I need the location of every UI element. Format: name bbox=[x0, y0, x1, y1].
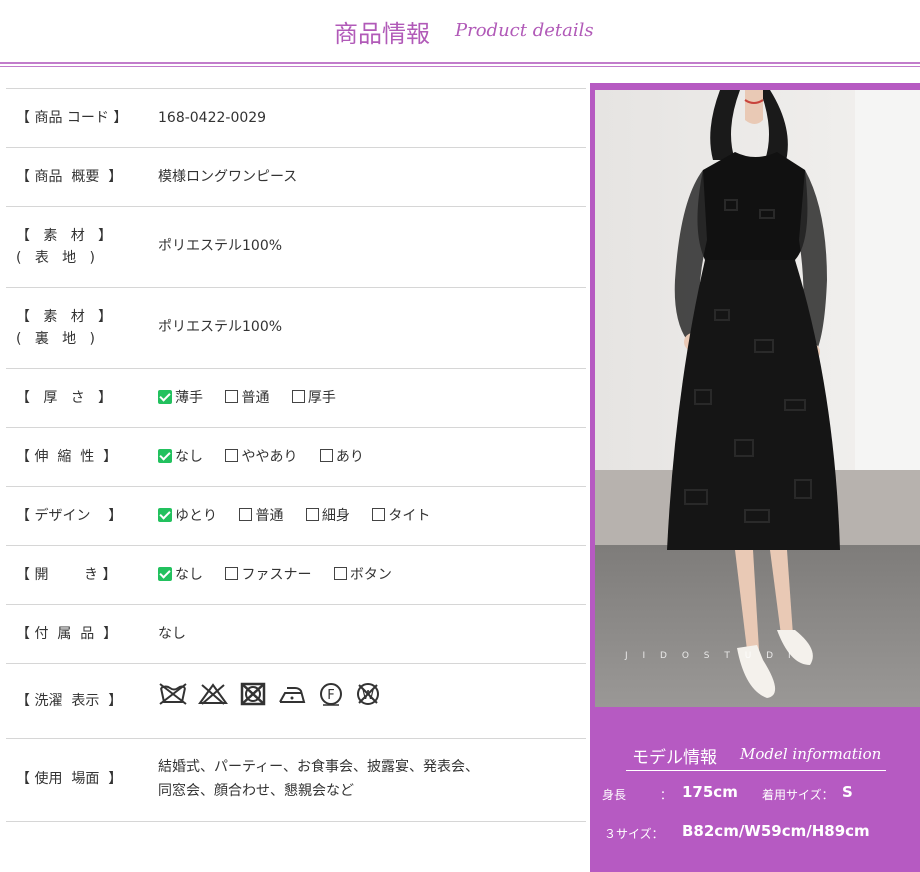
checked-box-icon bbox=[158, 567, 172, 581]
svg-text:F: F bbox=[327, 688, 334, 703]
summary-label: 【 商品 概要 】 bbox=[16, 169, 123, 185]
row-washing: 【 洗濯 表示 】 F bbox=[6, 663, 586, 738]
row-product-code: 【 商品 コード 】 168-0422-0029 bbox=[6, 88, 586, 147]
empty-box-icon bbox=[372, 508, 386, 521]
material-lining-label: 【 素 材 】 bbox=[16, 309, 113, 325]
design-option-normal: 普通 bbox=[239, 506, 283, 526]
empty-box-icon bbox=[305, 508, 319, 521]
height-separator: ： bbox=[660, 788, 673, 802]
material-outer-sublabel: ( 表 地 ) bbox=[16, 250, 95, 266]
header-divider bbox=[0, 62, 920, 64]
photo-watermark: J I D O S T U D I bbox=[624, 651, 797, 661]
thickness-label: 【 厚 さ 】 bbox=[16, 390, 113, 406]
three-size-value: B82cm/W59cm/H89cm bbox=[682, 822, 870, 840]
row-accessories: 【 付 属 品 】 なし bbox=[6, 604, 586, 663]
row-material-lining: 【 素 材 】 ( 裏 地 ) ポリエステル100% bbox=[6, 287, 586, 368]
accessories-value: なし bbox=[158, 626, 186, 642]
thickness-options: 薄手 普通 厚手 bbox=[158, 388, 354, 408]
occasion-value-line1: 結婚式、パーティー、お食事会、披露宴、発表会、 bbox=[158, 759, 480, 775]
checked-box-icon bbox=[158, 449, 172, 463]
material-outer-value: ポリエステル100% bbox=[158, 238, 283, 254]
empty-box-icon bbox=[319, 449, 333, 462]
model-info-title: モデル情報 bbox=[632, 748, 717, 768]
empty-box-icon bbox=[225, 449, 239, 462]
page-title-en: Product details bbox=[455, 20, 594, 41]
no-bleach-icon bbox=[198, 683, 229, 705]
opening-options: なし ファスナー ボタン bbox=[158, 565, 410, 585]
material-lining-sublabel: ( 裏 地 ) bbox=[16, 331, 95, 347]
thickness-option-thin: 薄手 bbox=[158, 388, 203, 408]
stretch-label: 【 伸 縮 性 】 bbox=[16, 449, 118, 465]
no-tumble-dry-icon bbox=[240, 682, 266, 706]
opening-option-zipper: ファスナー bbox=[225, 565, 311, 585]
opening-option-button: ボタン bbox=[333, 565, 392, 585]
model-photo: J I D O S T U D I bbox=[595, 90, 920, 707]
page-header: 商品情報 Product details bbox=[0, 0, 920, 62]
stretch-option-none: なし bbox=[158, 447, 203, 467]
opening-option-none: なし bbox=[158, 565, 203, 585]
three-size-label: ３サイズ： bbox=[604, 827, 664, 841]
washing-icons: F W bbox=[158, 682, 388, 706]
design-option-tight: タイト bbox=[372, 506, 430, 526]
material-outer-label: 【 素 材 】 bbox=[16, 228, 113, 244]
header-divider-thin bbox=[0, 66, 920, 67]
size-label: 着用サイズ： bbox=[762, 788, 834, 802]
occasion-value-line2: 同窓会、顔合わせ、懇親会など bbox=[158, 783, 354, 799]
page-title: 商品情報 bbox=[334, 20, 430, 48]
stretch-options: なし ややあり あり bbox=[158, 447, 382, 467]
empty-box-icon bbox=[333, 567, 347, 580]
empty-box-icon bbox=[225, 390, 239, 403]
row-stretch: 【 伸 縮 性 】 なし ややあり あり bbox=[6, 427, 586, 486]
design-options: ゆとり 普通 細身 タイト bbox=[158, 506, 448, 526]
product-details-table: 【 商品 コード 】 168-0422-0029 【 商品 概要 】 模様ロング… bbox=[6, 88, 586, 822]
row-summary: 【 商品 概要 】 模様ロングワンピース bbox=[6, 147, 586, 206]
thickness-option-normal: 普通 bbox=[225, 388, 269, 408]
thickness-option-thick: 厚手 bbox=[291, 388, 336, 408]
height-label: 身長 bbox=[602, 788, 627, 802]
washing-label: 【 洗濯 表示 】 bbox=[16, 693, 123, 709]
height-value: 175cm bbox=[682, 783, 738, 801]
opening-label: 【 開 き 】 bbox=[16, 567, 117, 583]
design-option-loose: ゆとり bbox=[158, 506, 217, 526]
no-hand-wash-icon bbox=[159, 683, 187, 705]
checked-box-icon bbox=[158, 390, 172, 404]
row-thickness: 【 厚 さ 】 薄手 普通 厚手 bbox=[6, 368, 586, 427]
product-code-value: 168-0422-0029 bbox=[158, 110, 267, 126]
no-wring-icon: W bbox=[357, 683, 380, 705]
accessories-label: 【 付 属 品 】 bbox=[16, 626, 118, 642]
model-info-divider bbox=[626, 770, 886, 771]
dry-clean-f-icon: F bbox=[319, 683, 342, 706]
empty-box-icon bbox=[225, 567, 239, 580]
row-material-outer: 【 素 材 】 ( 表 地 ) ポリエステル100% bbox=[6, 206, 586, 287]
product-code-label: 【 商品 コード 】 bbox=[16, 110, 128, 126]
size-value: S bbox=[842, 783, 853, 801]
material-lining-value: ポリエステル100% bbox=[158, 319, 283, 335]
empty-box-icon bbox=[291, 390, 305, 403]
stretch-option-slight: ややあり bbox=[225, 447, 297, 467]
dress-model-illustration: J I D O S T U D I bbox=[595, 90, 920, 707]
design-option-slim: 細身 bbox=[305, 506, 350, 526]
low-iron-icon bbox=[279, 687, 306, 703]
summary-value: 模様ロングワンピース bbox=[158, 169, 298, 185]
empty-box-icon bbox=[239, 508, 253, 521]
stretch-option-yes: あり bbox=[319, 447, 364, 467]
occasion-label: 【 使用 場面 】 bbox=[16, 771, 123, 787]
checked-box-icon bbox=[158, 508, 172, 522]
row-opening: 【 開 き 】 なし ファスナー ボタン bbox=[6, 545, 586, 604]
model-info-title-en: Model information bbox=[740, 745, 882, 763]
row-design: 【 デザイン 】 ゆとり 普通 細身 タイト bbox=[6, 486, 586, 545]
row-occasion: 【 使用 場面 】 結婚式、パーティー、お食事会、披露宴、発表会、 同窓会、顔合… bbox=[6, 738, 586, 822]
design-label: 【 デザイン 】 bbox=[16, 508, 123, 524]
